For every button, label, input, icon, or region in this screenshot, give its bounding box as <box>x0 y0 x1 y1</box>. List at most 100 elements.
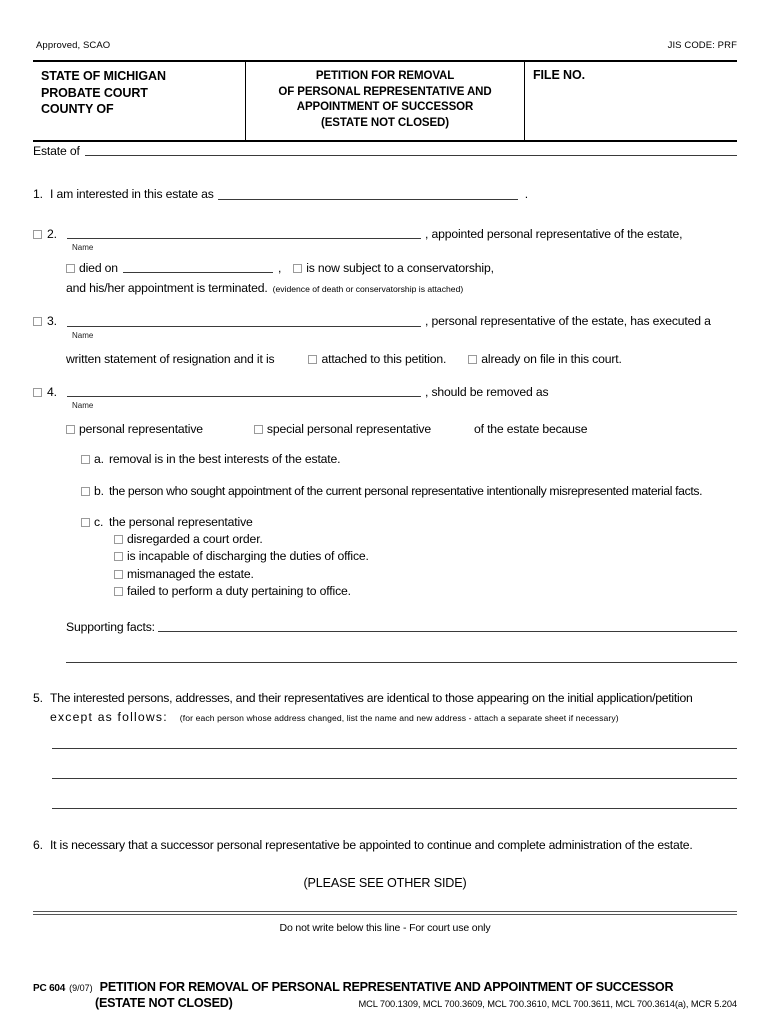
form-footer: PC 604 (9/07) PETITION FOR REMOVAL OF PE… <box>33 980 737 1010</box>
item-4-personal-representative-label: personal representative <box>79 422 203 436</box>
footer-line-2: (ESTATE NOT CLOSED) MCL 700.1309, MCL 70… <box>33 996 737 1010</box>
item-3-on-file-label: already on file in this court. <box>481 351 622 366</box>
item-4c-option-2-checkbox[interactable] <box>114 552 123 562</box>
item-5-except-label: except as follows: <box>50 709 168 724</box>
item-3-number: 3. <box>47 314 57 329</box>
supporting-facts-input-line-2[interactable] <box>66 662 737 664</box>
item-4c-checkbox[interactable] <box>81 517 90 527</box>
item-3-line-1: 3. , personal representative of the esta… <box>33 314 737 329</box>
item-5-input-line-1[interactable] <box>52 747 737 749</box>
item-2: 2. , appointed personal representative o… <box>33 227 737 297</box>
footer-form-subtitle: (ESTATE NOT CLOSED) <box>95 996 233 1010</box>
supporting-facts-label: Supporting facts: <box>66 620 155 634</box>
court-use-divider <box>33 910 737 915</box>
item-3: 3. , personal representative of the esta… <box>33 314 737 367</box>
item-1-input[interactable] <box>217 198 518 200</box>
item-4-name-caption: Name <box>72 401 94 410</box>
item-4-special-personal-representative-label: special personal representative <box>266 422 431 436</box>
item-3-name-caption: Name <box>72 330 94 340</box>
item-1-number: 1. <box>33 187 43 202</box>
item-6: 6. It is necessary that a successor pers… <box>33 838 737 853</box>
item-6-text: It is necessary that a successor persona… <box>50 837 693 852</box>
item-5-text: The interested persons, addresses, and t… <box>50 691 693 706</box>
item-2-comma: , <box>277 260 282 275</box>
item-4-checkbox[interactable] <box>33 387 42 397</box>
footer-line-1: PC 604 (9/07) PETITION FOR REMOVAL OF PE… <box>33 980 737 994</box>
item-2-died-on-checkbox[interactable] <box>66 263 75 273</box>
item-4-special-personal-representative-checkbox[interactable] <box>253 425 263 434</box>
item-4b-letter: b. <box>94 483 104 498</box>
item-2-terminated-text: and his/her appointment is terminated. <box>66 281 268 295</box>
court-line-probate: PROBATE COURT <box>41 85 148 100</box>
item-4a-checkbox[interactable] <box>81 455 90 465</box>
item-3-tail-text: , personal representative of the estate,… <box>425 314 711 329</box>
item-3-resignation-text: written statement of resignation and it … <box>66 351 275 366</box>
form-header-table: STATE OF MICHIGAN PROBATE COURT COUNTY O… <box>33 60 737 142</box>
item-2-name-caption: Name <box>72 242 94 252</box>
estate-of-row: Estate of <box>33 144 737 159</box>
court-identification-cell: STATE OF MICHIGAN PROBATE COURT COUNTY O… <box>33 62 245 140</box>
item-3-on-file-checkbox[interactable] <box>468 354 478 364</box>
item-4c-text: the personal representative <box>109 514 253 529</box>
item-4c-option-2-label: is incapable of discharging the duties o… <box>127 549 369 564</box>
court-line-county: COUNTY OF <box>41 102 114 116</box>
footer-revision-date: (9/07) <box>69 983 93 993</box>
supporting-facts-input-line-1[interactable] <box>157 631 737 633</box>
footer-form-code: PC 604 <box>33 983 66 994</box>
item-4-name-input[interactable] <box>67 396 421 397</box>
item-5-line-1: 5. The interested persons, addresses, an… <box>33 691 737 706</box>
form-title-line-3: APPOINTMENT OF SUCCESSOR <box>296 101 474 114</box>
item-2-evidence-note: (evidence of death or conservatorship is… <box>272 284 464 294</box>
item-4-because-text: of the estate because <box>473 422 588 436</box>
item-3-name-input[interactable] <box>67 325 421 327</box>
item-4b: b. the person who sought appointment of … <box>81 484 737 499</box>
item-4: 4. , should be removed as Name personal … <box>33 385 737 664</box>
item-4c-option-3-checkbox[interactable] <box>114 569 123 579</box>
item-4-personal-representative-checkbox[interactable] <box>66 425 75 434</box>
item-4c-option-3-label: mismanaged the estate. <box>127 566 254 581</box>
court-line-state: STATE OF MICHIGAN <box>41 69 166 83</box>
estate-of-input[interactable] <box>84 155 737 157</box>
item-5-input-line-3[interactable] <box>52 807 737 809</box>
footer-statutory-citations: MCL 700.1309, MCL 700.3609, MCL 700.3610… <box>358 999 737 1009</box>
item-3-checkbox[interactable] <box>33 317 42 327</box>
item-4c-option-1: disregarded a court order. <box>114 532 737 547</box>
jis-code-label: JIS CODE: PRF <box>667 40 737 51</box>
item-2-name-input[interactable] <box>67 237 421 239</box>
file-number-cell[interactable]: FILE NO. <box>525 62 737 140</box>
form-title-line-2: OF PERSONAL REPRESENTATIVE AND <box>278 85 492 98</box>
item-4b-text: the person who sought appointment of the… <box>109 483 703 498</box>
form-page: Approved, SCAO JIS CODE: PRF STATE OF MI… <box>0 0 770 1024</box>
item-3-attached-checkbox[interactable] <box>308 354 318 364</box>
item-2-line-3: and his/her appointment is terminated. (… <box>66 281 737 296</box>
item-2-tail-text: , appointed personal representative of t… <box>425 226 683 241</box>
item-4a: a. removal is in the best interests of t… <box>81 452 737 467</box>
item-4c: c. the personal representative <box>81 515 737 530</box>
item-1: 1. I am interested in this estate as . <box>33 187 737 202</box>
item-2-death-date-input[interactable] <box>122 272 273 273</box>
item-6-number: 6. <box>33 837 43 852</box>
form-title-cell: PETITION FOR REMOVAL OF PERSONAL REPRESE… <box>245 62 525 140</box>
item-2-conservatorship-checkbox[interactable] <box>293 263 303 273</box>
item-4c-option-4-label: failed to perform a duty pertaining to o… <box>127 583 351 598</box>
item-4c-option-4-checkbox[interactable] <box>114 586 123 596</box>
item-1-text: I am interested in this estate as <box>50 187 214 202</box>
item-4c-option-1-label: disregarded a court order. <box>127 532 263 546</box>
item-1-period: . <box>524 187 528 202</box>
item-4b-checkbox[interactable] <box>81 486 90 496</box>
item-5: 5. The interested persons, addresses, an… <box>33 691 737 809</box>
item-2-line-2: died on , is now subject to a conservato… <box>66 261 737 276</box>
item-3-line-2: written statement of resignation and it … <box>66 352 737 367</box>
item-3-attached-label: attached to this petition. <box>321 351 447 366</box>
court-use-only-notice: Do not write below this line - For court… <box>279 921 491 934</box>
item-4c-option-1-checkbox[interactable] <box>114 535 123 544</box>
form-title-line-4: (ESTATE NOT CLOSED) <box>320 116 449 129</box>
item-4-number: 4. <box>47 384 57 399</box>
item-2-conservatorship-label: is now subject to a conservatorship, <box>306 260 494 275</box>
item-5-input-line-2[interactable] <box>52 777 737 779</box>
item-4a-text: removal is in the best interests of the … <box>109 452 341 467</box>
estate-of-label: Estate of <box>33 144 80 158</box>
item-4c-options: disregarded a court order. is incapable … <box>114 532 737 599</box>
item-2-checkbox[interactable] <box>33 229 42 239</box>
item-2-line-1: 2. , appointed personal representative o… <box>33 227 737 242</box>
